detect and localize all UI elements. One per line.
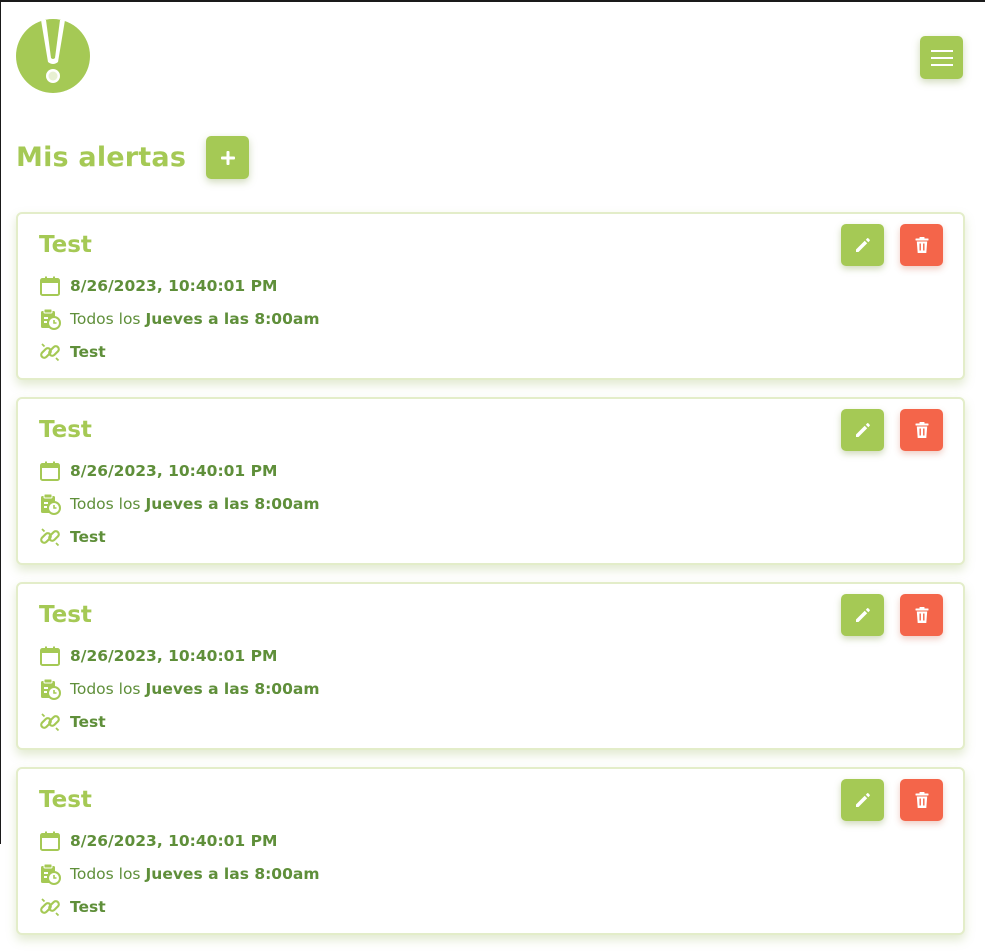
calendar-clock-icon — [39, 863, 61, 885]
alert-schedule-row: Todos los Jueves a las 8:00am — [39, 863, 319, 885]
alert-datetime: 8/26/2023, 10:40:01 PM — [70, 832, 278, 850]
alert-link[interactable]: Test — [70, 528, 106, 546]
link-icon — [39, 526, 61, 548]
alert-link-row: Test — [39, 896, 106, 918]
alert-link-row: Test — [39, 341, 106, 363]
edit-alert-button[interactable] — [841, 224, 884, 266]
alert-link-row: Test — [39, 526, 106, 548]
alert-schedule-row: Todos los Jueves a las 8:00am — [39, 308, 319, 330]
alert-list: Test 8/26/2023, 10:40:01 PM Todos los Ju… — [16, 212, 965, 952]
calendar-icon — [39, 460, 61, 482]
alert-link[interactable]: Test — [70, 898, 106, 916]
alert-schedule-prefix: Todos los — [70, 865, 141, 883]
alert-card: Test 8/26/2023, 10:40:01 PM Todos los Ju… — [16, 212, 965, 380]
calendar-icon — [39, 645, 61, 667]
alert-leaf-logo-icon — [16, 19, 90, 93]
trash-icon — [915, 792, 928, 808]
alert-link-row: Test — [39, 711, 106, 733]
trash-icon — [915, 422, 928, 438]
alert-title: Test — [39, 417, 92, 443]
alert-datetime: 8/26/2023, 10:40:01 PM — [70, 462, 278, 480]
alert-date-row: 8/26/2023, 10:40:01 PM — [39, 645, 277, 667]
alert-schedule-prefix: Todos los — [70, 310, 141, 328]
add-alert-button[interactable] — [206, 136, 250, 179]
pencil-icon — [855, 793, 870, 807]
alert-link[interactable]: Test — [70, 343, 106, 361]
calendar-clock-icon — [39, 678, 61, 700]
alert-schedule-prefix: Todos los — [70, 495, 141, 513]
delete-alert-button[interactable] — [900, 594, 943, 636]
alert-schedule-row: Todos los Jueves a las 8:00am — [39, 493, 319, 515]
alert-schedule-row: Todos los Jueves a las 8:00am — [39, 678, 319, 700]
trash-icon — [915, 237, 928, 253]
alert-actions — [841, 409, 943, 451]
calendar-icon — [39, 830, 61, 852]
alert-schedule-prefix: Todos los — [70, 680, 141, 698]
delete-alert-button[interactable] — [900, 224, 943, 266]
alert-card: Test 8/26/2023, 10:40:01 PM Todos los Ju… — [16, 582, 965, 750]
alert-date-row: 8/26/2023, 10:40:01 PM — [39, 830, 277, 852]
alert-datetime: 8/26/2023, 10:40:01 PM — [70, 647, 278, 665]
calendar-clock-icon — [39, 308, 61, 330]
page-title: Mis alertas — [16, 142, 187, 173]
calendar-clock-icon — [39, 493, 61, 515]
delete-alert-button[interactable] — [900, 779, 943, 821]
alert-actions — [841, 779, 943, 821]
edit-alert-button[interactable] — [841, 779, 884, 821]
alert-link[interactable]: Test — [70, 713, 106, 731]
delete-alert-button[interactable] — [900, 409, 943, 451]
edit-alert-button[interactable] — [841, 409, 884, 451]
edit-alert-button[interactable] — [841, 594, 884, 636]
link-icon — [39, 711, 61, 733]
alert-datetime: 8/26/2023, 10:40:01 PM — [70, 277, 278, 295]
alert-date-row: 8/26/2023, 10:40:01 PM — [39, 275, 277, 297]
plus-icon — [220, 150, 235, 165]
alert-title: Test — [39, 787, 92, 813]
alert-actions — [841, 594, 943, 636]
alert-schedule: Jueves a las 8:00am — [145, 865, 320, 883]
alert-actions — [841, 224, 943, 266]
app-logo[interactable] — [15, 18, 91, 94]
alert-schedule: Jueves a las 8:00am — [145, 680, 320, 698]
alert-card: Test 8/26/2023, 10:40:01 PM Todos los Ju… — [16, 767, 965, 935]
pencil-icon — [855, 608, 870, 622]
alert-date-row: 8/26/2023, 10:40:01 PM — [39, 460, 277, 482]
alert-schedule: Jueves a las 8:00am — [145, 495, 320, 513]
calendar-icon — [39, 275, 61, 297]
link-icon — [39, 341, 61, 363]
trash-icon — [915, 607, 928, 623]
alert-schedule: Jueves a las 8:00am — [145, 310, 320, 328]
page-header: Mis alertas — [16, 136, 250, 179]
alert-title: Test — [39, 602, 92, 628]
link-icon — [39, 896, 61, 918]
pencil-icon — [855, 238, 870, 252]
pencil-icon — [855, 423, 870, 437]
alert-card: Test 8/26/2023, 10:40:01 PM Todos los Ju… — [16, 397, 965, 565]
menu-button[interactable] — [920, 36, 963, 79]
alert-title: Test — [39, 232, 92, 258]
hamburger-icon — [930, 49, 953, 66]
